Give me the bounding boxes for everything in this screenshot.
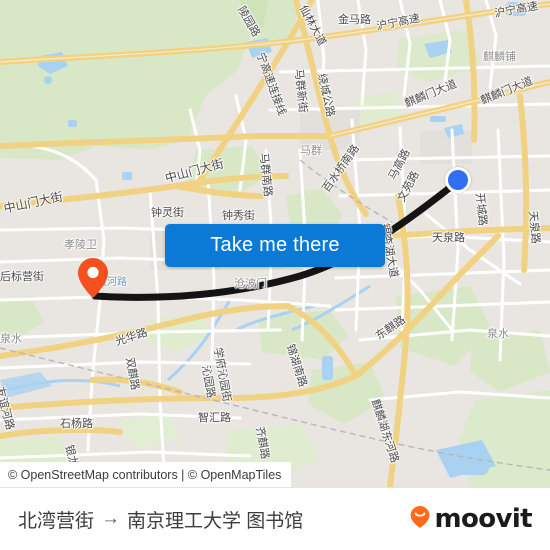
moovit-pin-icon (409, 505, 431, 534)
take-me-there-button[interactable]: Take me there (165, 224, 385, 267)
arrow-right-icon: → (101, 508, 121, 529)
moovit-wordmark: moovit (434, 504, 532, 534)
footer-bar: 北湾营街 → 南京理工大学 图书馆 moovit (0, 487, 550, 550)
map-canvas[interactable]: 沪宁高速 沪宁高速 金马路 仙林大道 麒麟铺 麒麟门大道 麒麟门大道 绕城公路 马群新街 宁高速连… (0, 0, 550, 487)
attribution-text: © OpenStreetMap contributors | © OpenMap… (8, 467, 282, 482)
map-attribution[interactable]: © OpenStreetMap contributors | © OpenMap… (0, 462, 292, 487)
route-origin-label: 北湾营街 (18, 510, 95, 532)
moovit-route-card: 沪宁高速 沪宁高速 金马路 仙林大道 麒麟铺 麒麟门大道 麒麟门大道 绕城公路 马群新街 宁高速连… (0, 0, 550, 550)
moovit-logo[interactable]: moovit (409, 504, 533, 534)
take-me-there-label: Take me there (210, 234, 340, 256)
route-destination-label: 南京理工大学 图书馆 (127, 510, 304, 532)
route-summary: 北湾营街 → 南京理工大学 图书馆 (18, 506, 303, 533)
destination-dot[interactable] (445, 167, 471, 193)
